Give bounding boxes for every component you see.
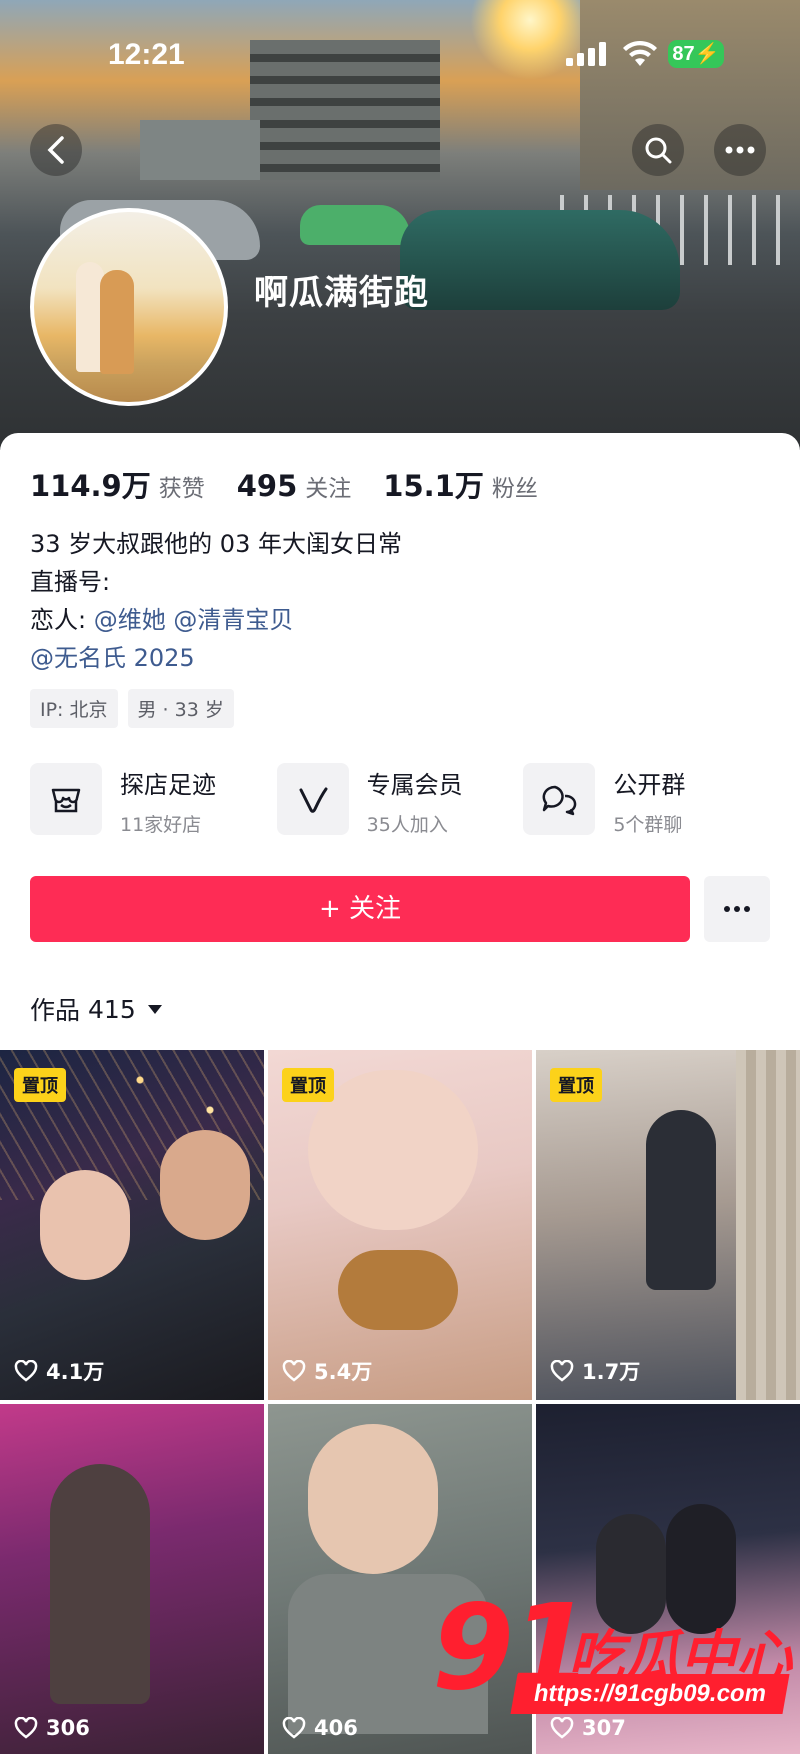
video-tile[interactable]: 置顶 4.1万	[0, 1050, 264, 1400]
works-count: 415	[88, 994, 136, 1024]
mention-link[interactable]: @无名氏 2025	[30, 644, 195, 672]
stat-likes[interactable]: 114.9万 获赞	[30, 463, 205, 505]
video-tile[interactable]: 置顶 5.4万	[268, 1050, 532, 1400]
back-button[interactable]	[30, 124, 82, 176]
stat-likes-value: 114.9万	[30, 469, 151, 503]
more-horizontal-icon	[725, 146, 755, 154]
pinned-badge: 置顶	[550, 1068, 602, 1102]
status-time: 12:21	[108, 38, 185, 71]
likes-count: 306	[46, 1716, 90, 1740]
works-label: 作品	[30, 996, 81, 1025]
video-tile[interactable]: 306	[0, 1404, 264, 1754]
status-bar: 12:21 87⚡	[0, 28, 800, 78]
feature-icon-box	[523, 763, 596, 835]
tile-photo-person	[40, 1170, 130, 1280]
tile-photo-person	[308, 1424, 438, 1574]
cover-building	[140, 120, 260, 180]
battery-level: 87	[672, 43, 695, 65]
video-likes: 406	[282, 1716, 358, 1740]
search-button[interactable]	[632, 124, 684, 176]
bio-line: 33 岁大叔跟他的 03 年大闺女日常	[30, 530, 402, 558]
bio-line: 恋人: @维她 @清青宝贝	[30, 601, 402, 639]
signal-icon	[566, 42, 606, 66]
pinned-badge: 置顶	[14, 1068, 66, 1102]
feature-title: 专属会员	[366, 771, 463, 799]
feature-icon-box	[276, 763, 349, 835]
avatar[interactable]	[30, 208, 228, 406]
likes-count: 406	[314, 1716, 358, 1740]
feature-membership[interactable]: 专属会员 35人加入	[276, 763, 524, 837]
stat-following-value: 495	[236, 469, 298, 503]
more-horizontal-icon	[724, 906, 750, 912]
shop-icon	[51, 788, 81, 813]
more-options-button[interactable]	[714, 124, 766, 176]
mention-link[interactable]: @维她	[94, 606, 166, 634]
profile-nickname: 啊瓜满街跑	[254, 273, 429, 313]
bio-prefix: 恋人:	[30, 606, 87, 634]
mention-link[interactable]: @清青宝贝	[173, 606, 293, 634]
watermark-url: https://91cgb09.com	[510, 1674, 790, 1714]
gender-age-tag: 男 · 33 岁	[127, 689, 234, 728]
profile-more-button[interactable]	[704, 876, 770, 942]
tile-photo-person	[646, 1110, 716, 1290]
feature-subtitle: 11家好店	[120, 814, 202, 836]
heart-icon	[282, 1360, 306, 1382]
profile-bio: 33 岁大叔跟他的 03 年大闺女日常 直播号: 恋人: @维她 @清青宝贝 @…	[30, 525, 402, 677]
feature-icon-box	[30, 763, 102, 835]
likes-count: 5.4万	[314, 1360, 373, 1384]
stat-following[interactable]: 495 关注	[237, 469, 352, 503]
stat-likes-label: 获赞	[158, 476, 205, 502]
works-tab[interactable]: 作品 415	[30, 991, 164, 1027]
vip-icon	[299, 787, 328, 813]
likes-count: 1.7万	[582, 1360, 641, 1384]
heart-icon	[14, 1360, 38, 1382]
profile-tags: IP: 北京 男 · 33 岁	[30, 689, 244, 728]
video-likes: 1.7万	[550, 1356, 640, 1386]
feature-title: 探店足迹	[120, 771, 216, 799]
cover-car	[300, 205, 410, 245]
stat-followers-value: 15.1万	[383, 469, 484, 503]
feature-subtitle: 5个群聊	[613, 814, 683, 836]
pinned-badge: 置顶	[282, 1068, 334, 1102]
feature-subtitle: 35人加入	[366, 814, 448, 836]
profile-stats: 114.9万 获赞 495 关注 15.1万 粉丝	[30, 463, 570, 505]
stat-following-label: 关注	[305, 476, 352, 502]
avatar-photo-couple	[100, 270, 134, 374]
bio-line: 直播号:	[30, 568, 111, 596]
site-watermark: 91 吃瓜中心 https://91cgb09.com	[432, 1578, 796, 1728]
tile-photo-person	[50, 1464, 150, 1704]
feature-title: 公开群	[613, 771, 686, 799]
feature-shop-visits[interactable]: 探店足迹 11家好店	[30, 763, 277, 837]
video-tile[interactable]: 置顶 1.7万	[536, 1050, 800, 1400]
likes-count: 4.1万	[46, 1360, 105, 1384]
tile-photo-curtain	[736, 1050, 800, 1400]
heart-icon	[282, 1717, 306, 1739]
tile-photo-food	[338, 1250, 458, 1330]
chevron-left-icon	[47, 136, 64, 164]
tile-photo-person	[160, 1130, 250, 1240]
search-icon	[645, 137, 672, 164]
stat-followers[interactable]: 15.1万 粉丝	[383, 463, 538, 505]
profile-cover: 12:21 87⚡ 啊瓜满街跑	[0, 0, 800, 450]
ip-location-tag: IP: 北京	[30, 689, 118, 728]
stat-followers-label: 粉丝	[491, 476, 538, 502]
battery-indicator: 87⚡	[668, 40, 724, 68]
bio-line: @无名氏 2025	[30, 639, 402, 677]
heart-icon	[550, 1360, 574, 1382]
video-likes: 4.1万	[14, 1356, 104, 1386]
caret-down-icon	[147, 1005, 162, 1014]
video-likes: 5.4万	[282, 1356, 372, 1386]
follow-button[interactable]: + 关注	[30, 876, 690, 942]
wifi-icon	[623, 40, 657, 66]
profile-info-card: 114.9万 获赞 495 关注 15.1万 粉丝 33 岁大叔跟他的 03 年…	[0, 433, 800, 1053]
video-likes: 306	[14, 1716, 90, 1740]
heart-icon	[14, 1717, 38, 1739]
feature-entries: 探店足迹 11家好店 专属会员 35人加入 公开群 5个群聊	[30, 763, 770, 837]
feature-group-chats[interactable]: 公开群 5个群聊	[523, 763, 770, 837]
group-chat-icon	[542, 785, 577, 816]
cover-car	[400, 210, 680, 310]
